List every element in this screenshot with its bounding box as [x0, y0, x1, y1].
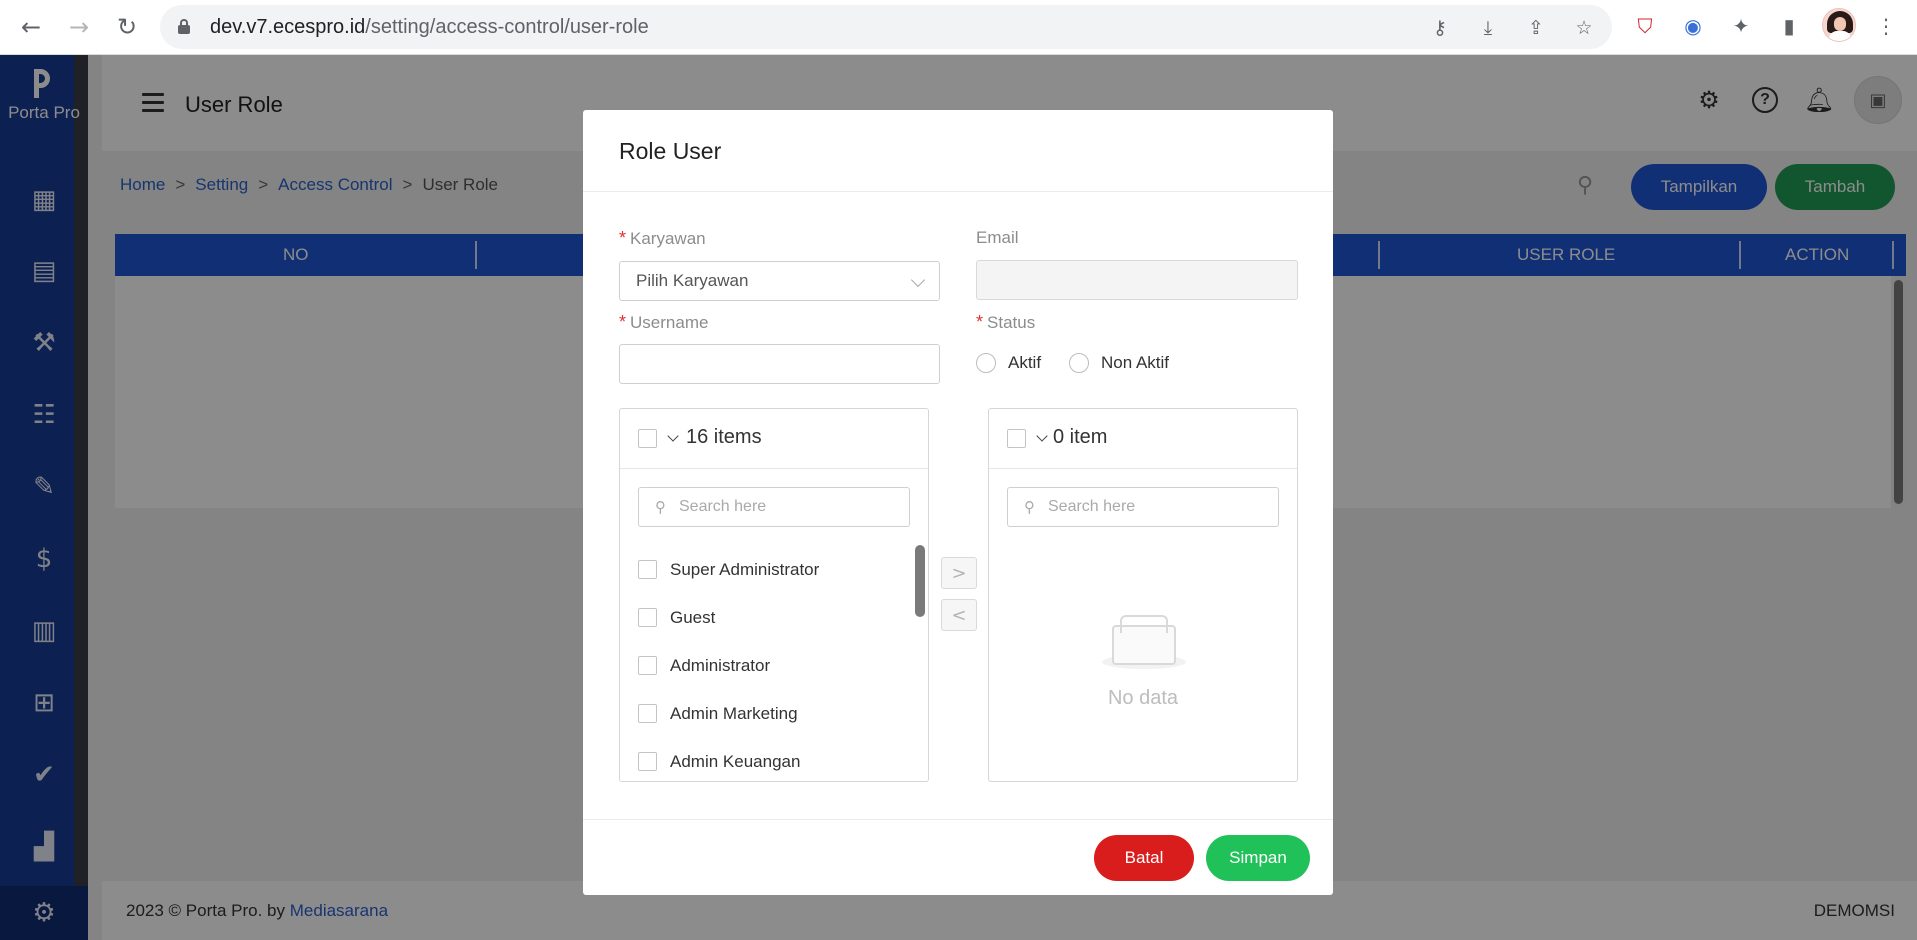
target-count: 0 item [1053, 426, 1108, 448]
move-right-button[interactable]: > [941, 557, 977, 589]
lock-icon [178, 19, 190, 34]
source-search-input[interactable]: ⚲ Search here [638, 487, 910, 527]
bookmark-star-icon[interactable]: ☆ [1571, 15, 1597, 41]
source-list-header: 16 items [620, 409, 928, 469]
item-checkbox[interactable] [638, 560, 657, 579]
cancel-button[interactable]: Batal [1094, 835, 1194, 881]
side-panel-icon[interactable]: ▮ [1775, 12, 1803, 40]
username-label: * Username [619, 312, 709, 332]
url-text: dev.v7.ecespro.id/setting/access-control… [210, 16, 649, 38]
target-list-header: 0 item [989, 409, 1297, 469]
target-search-input[interactable]: ⚲ Search here [1007, 487, 1279, 527]
item-checkbox[interactable] [638, 656, 657, 675]
role-user-modal: Role User * Karyawan Pilih Karyawan Email… [583, 110, 1333, 895]
item-label: Administrator [670, 656, 771, 675]
username-input[interactable] [619, 344, 940, 384]
modal-title: Role User [619, 138, 722, 164]
status-active-label[interactable]: Aktif [1008, 353, 1041, 373]
browser-menu-icon[interactable]: ⋮ [1872, 12, 1900, 40]
transfer-source-list: 16 items ⚲ Search here Super Administrat… [619, 408, 929, 782]
list-item[interactable]: Administrator [638, 651, 898, 681]
item-checkbox[interactable] [638, 752, 657, 771]
email-label: Email [976, 228, 1019, 247]
employee-select-value: Pilih Karyawan [636, 271, 749, 290]
item-checkbox[interactable] [638, 704, 657, 723]
profile-avatar[interactable] [1822, 8, 1856, 42]
source-select-all-checkbox[interactable] [638, 429, 657, 448]
transfer-target-list: 0 item ⚲ Search here No data [988, 408, 1298, 782]
move-left-button[interactable]: < [941, 599, 977, 631]
save-button[interactable]: Simpan [1206, 835, 1310, 881]
search-icon: ⚲ [1024, 498, 1035, 516]
chevron-down-icon [910, 272, 926, 288]
empty-state-text: No data [1107, 687, 1179, 709]
status-label: * Status [976, 312, 1036, 332]
browser-toolbar: ← → ↻ dev.v7.ecespro.id/setting/access-c… [0, 0, 1917, 55]
search-icon: ⚲ [655, 498, 666, 516]
employee-label: * Karyawan [619, 228, 706, 248]
extension-shield-icon[interactable]: ⛉ [1631, 12, 1659, 40]
address-bar[interactable]: dev.v7.ecespro.id/setting/access-control… [160, 5, 1612, 49]
list-item[interactable]: Guest [638, 603, 898, 633]
email-field [976, 260, 1298, 300]
status-active-radio[interactable] [976, 353, 996, 373]
install-icon[interactable]: ⤓ [1475, 15, 1501, 41]
empty-inbox-icon [1102, 615, 1186, 671]
status-inactive-radio[interactable] [1069, 353, 1089, 373]
source-list-scrollbar[interactable] [913, 545, 927, 779]
chevron-down-icon[interactable] [667, 430, 679, 442]
source-search-placeholder: Search here [679, 498, 767, 515]
key-icon[interactable]: ⚷ [1427, 15, 1453, 41]
forward-icon[interactable]: → [62, 10, 96, 44]
item-label: Admin Marketing [670, 704, 798, 723]
list-item[interactable]: Super Administrator [638, 555, 898, 585]
target-select-all-checkbox[interactable] [1007, 429, 1026, 448]
list-item[interactable]: Admin Keuangan [638, 747, 898, 777]
back-icon[interactable]: ← [14, 10, 48, 44]
item-checkbox[interactable] [638, 608, 657, 627]
source-count: 16 items [686, 426, 762, 448]
share-icon[interactable]: ⇪ [1523, 15, 1549, 41]
item-label: Guest [670, 608, 716, 627]
extension-circle-icon[interactable]: ◉ [1679, 12, 1707, 40]
target-search-placeholder: Search here [1048, 498, 1136, 515]
list-item[interactable]: Admin Marketing [638, 699, 898, 729]
extensions-puzzle-icon[interactable]: ✦ [1727, 12, 1755, 40]
status-inactive-label[interactable]: Non Aktif [1101, 353, 1169, 373]
item-label: Super Administrator [670, 560, 820, 579]
item-label: Admin Keuangan [670, 752, 801, 771]
reload-icon[interactable]: ↻ [110, 10, 144, 44]
employee-select[interactable]: Pilih Karyawan [619, 261, 940, 301]
chevron-down-icon[interactable] [1036, 430, 1048, 442]
